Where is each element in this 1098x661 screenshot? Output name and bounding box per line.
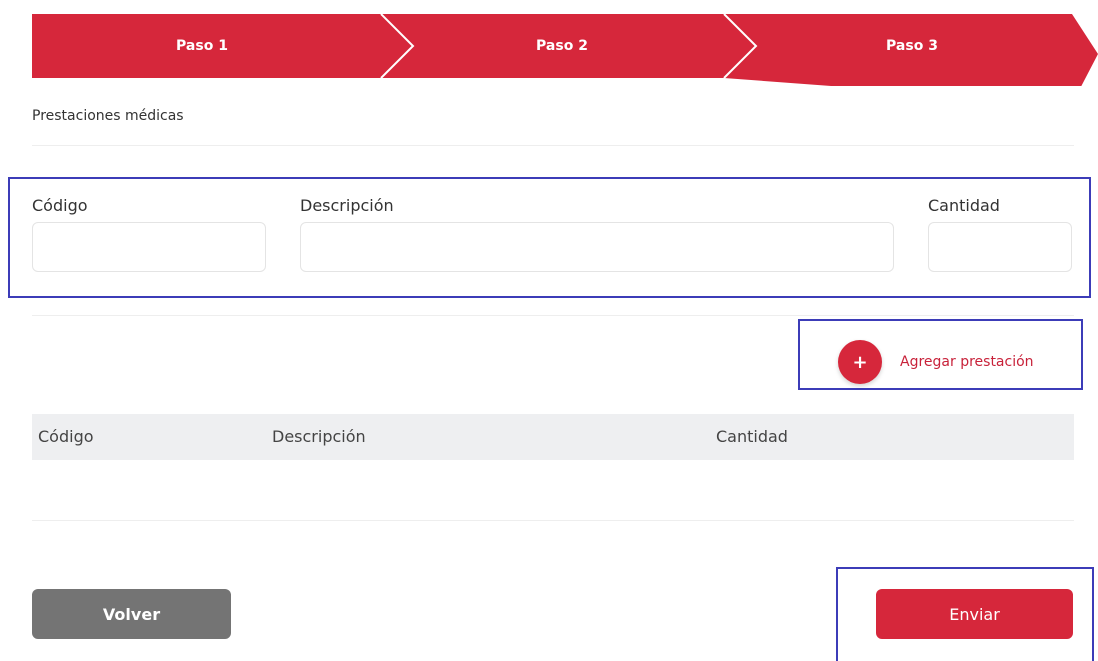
table-header-cantidad: Cantidad [716, 427, 788, 446]
section-title: Prestaciones médicas [32, 108, 184, 124]
cantidad-label: Cantidad [928, 196, 1000, 215]
descripcion-input[interactable] [300, 222, 894, 272]
section-divider [32, 145, 1074, 146]
table-bottom-divider [32, 520, 1074, 521]
back-button[interactable]: Volver [32, 589, 231, 639]
step-1-label[interactable]: Paso 1 [32, 14, 372, 78]
codigo-input[interactable] [32, 222, 266, 272]
add-service-button[interactable]: + Agregar prestación [838, 340, 1034, 384]
step-2-label[interactable]: Paso 2 [392, 14, 732, 78]
descripcion-label: Descripción [300, 196, 394, 215]
add-service-label[interactable]: Agregar prestación [900, 354, 1034, 370]
table-header-codigo: Código [38, 427, 94, 446]
codigo-label: Código [32, 196, 88, 215]
plus-icon[interactable]: + [838, 340, 882, 384]
submit-button[interactable]: Enviar [876, 589, 1073, 639]
cantidad-input[interactable] [928, 222, 1072, 272]
table-header: Código Descripción Cantidad [32, 414, 1074, 460]
form-divider [32, 315, 1074, 316]
table-header-descripcion: Descripción [272, 427, 366, 446]
step-3-label[interactable]: Paso 3 [732, 14, 1092, 78]
progress-stepper: Paso 1 Paso 2 Paso 3 [32, 14, 1098, 86]
